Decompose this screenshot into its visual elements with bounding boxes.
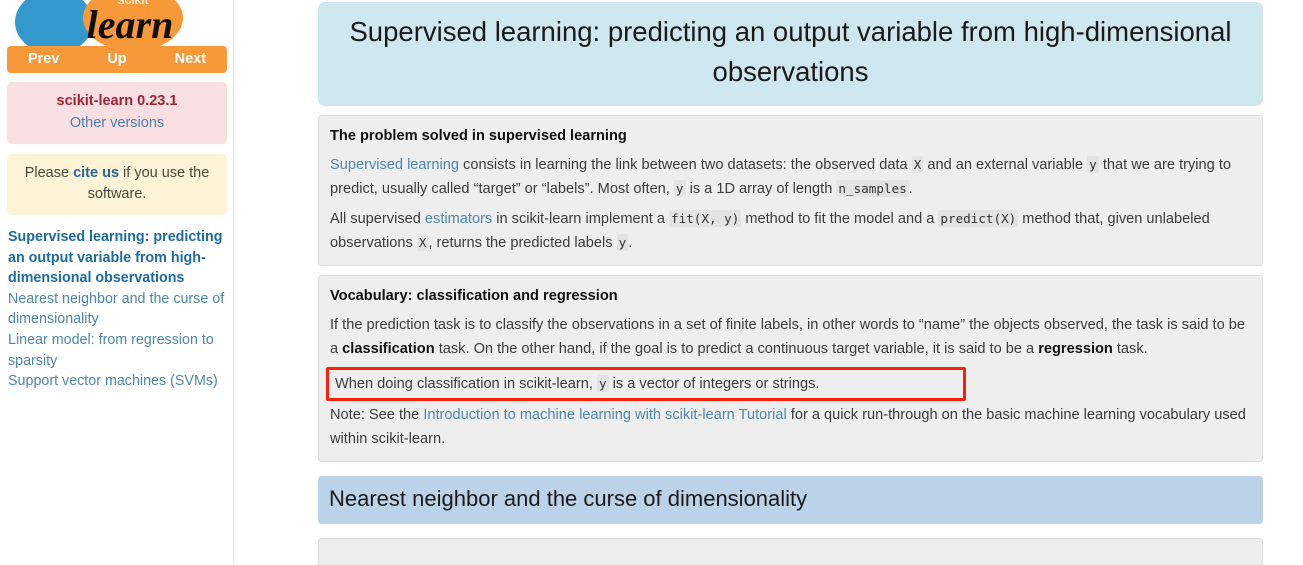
version-box: scikit-learn 0.23.1 Other versions	[7, 82, 227, 144]
text-run: When doing classification in scikit-lear…	[335, 376, 597, 392]
code-X: X	[416, 234, 429, 251]
cite-us-link[interactable]: cite us	[73, 165, 119, 181]
other-versions-link[interactable]: Other versions	[13, 113, 221, 133]
topic2-paragraph-2: Note: See the Introduction to machine le…	[330, 403, 1251, 451]
version-title: scikit-learn 0.23.1	[56, 93, 178, 109]
topic1-paragraph-2: All supervised estimators in scikit-lear…	[330, 207, 1251, 255]
topic-box-vocabulary: Vocabulary: classification and regressio…	[318, 275, 1263, 462]
cite-box: Please cite us if you use the software.	[7, 154, 227, 215]
topic1-paragraph-1: Supervised learning consists in learning…	[330, 153, 1251, 201]
cite-text-before: Please	[24, 165, 74, 181]
text-run: Note: See the	[330, 407, 424, 423]
code-X: X	[911, 156, 924, 173]
page-title: Supervised learning: predicting an outpu…	[318, 2, 1263, 106]
text-run: is a 1D array of length	[685, 181, 837, 197]
sidebar-item-svm[interactable]: Support vector machines (SVMs)	[8, 371, 226, 392]
text-run: .	[908, 181, 913, 197]
section-heading-nearest-neighbor: Nearest neighbor and the curse of dimens…	[318, 476, 1263, 524]
sidebar-nav-bar: Prev Up Next	[7, 46, 227, 73]
text-run: and an external variable	[923, 157, 1088, 173]
intro-tutorial-link[interactable]: Introduction to machine learning with sc…	[423, 407, 786, 423]
text-run: method to fit the model and a	[741, 211, 939, 227]
text-run: .	[628, 235, 633, 251]
bold-classification: classification	[342, 341, 435, 357]
code-predict: predict(X)	[938, 210, 1019, 227]
supervised-learning-link[interactable]: Supervised learning	[330, 157, 459, 173]
code-y: y	[616, 234, 629, 251]
text-run: is a vector of integers or strings.	[608, 376, 820, 392]
next-topic-box-partial	[318, 538, 1263, 565]
code-fit: fit(X, y)	[669, 210, 742, 227]
topic-title: Vocabulary: classification and regressio…	[330, 288, 618, 304]
topic-box-problem-solved: The problem solved in supervised learnin…	[318, 115, 1263, 266]
topic-title: The problem solved in supervised learnin…	[330, 128, 627, 144]
scikit-learn-logo[interactable]: scikit learn	[8, 0, 218, 46]
sidebar-item-linear-model[interactable]: Linear model: from regression to sparsit…	[8, 330, 226, 371]
sidebar: scikit learn Prev Up Next scikit-learn 0…	[0, 0, 234, 565]
text-run: All supervised	[330, 211, 425, 227]
text-run: , returns the predicted labels	[428, 235, 617, 251]
nav-next-link[interactable]: Next	[154, 46, 227, 73]
svg-text:learn: learn	[87, 2, 174, 46]
code-y: y	[597, 375, 609, 392]
nav-up-link[interactable]: Up	[80, 46, 153, 73]
sidebar-item-supervised-learning[interactable]: Supervised learning: predicting an outpu…	[8, 227, 226, 289]
text-run: task. On the other hand, if the goal is …	[434, 341, 1039, 357]
text-run: in scikit-learn implement a	[492, 211, 670, 227]
bold-regression: regression	[1038, 341, 1113, 357]
code-y: y	[673, 180, 686, 197]
sidebar-item-nearest-neighbor[interactable]: Nearest neighbor and the curse of dimens…	[8, 289, 226, 330]
page-root: scikit learn Prev Up Next scikit-learn 0…	[0, 0, 1303, 565]
text-run: consists in learning the link between tw…	[459, 157, 912, 173]
sidebar-toc: Supervised learning: predicting an outpu…	[7, 227, 226, 392]
nav-prev-link[interactable]: Prev	[7, 46, 80, 73]
text-run: task.	[1112, 341, 1148, 357]
estimators-link[interactable]: estimators	[425, 211, 492, 227]
scikit-learn-logo-icon: scikit learn	[15, 0, 183, 46]
main-content: Supervised learning: predicting an outpu…	[234, 0, 1303, 565]
code-y: y	[1087, 156, 1099, 173]
highlighted-statement: When doing classification in scikit-lear…	[326, 367, 966, 401]
code-n-samples: n_samples	[836, 180, 909, 197]
topic2-paragraph-1: If the prediction task is to classify th…	[330, 313, 1251, 361]
